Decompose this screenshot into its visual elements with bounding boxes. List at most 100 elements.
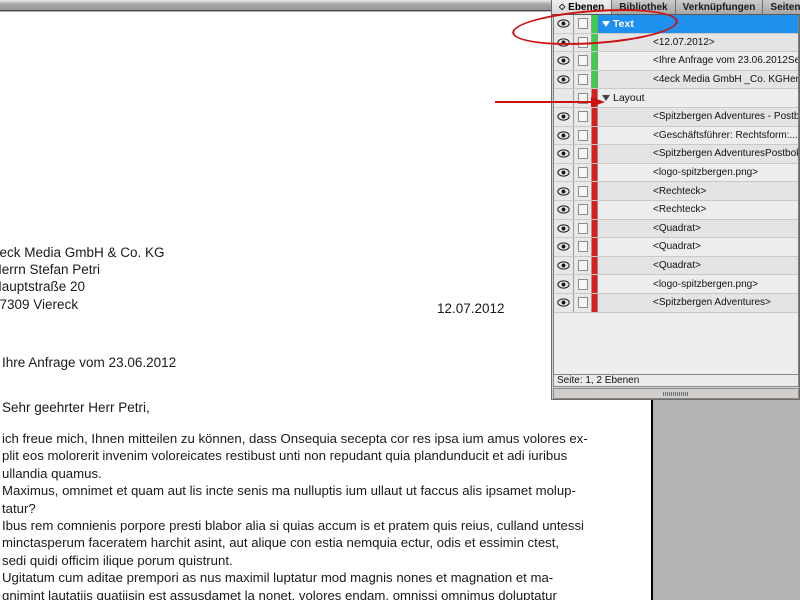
layer-row[interactable]: <Geschäftsführer: Rechtsform:...> <box>554 127 798 146</box>
layer-lock-toggle[interactable] <box>574 220 592 238</box>
layer-name-cell[interactable]: <Ihre Anfrage vom 23.06.2012Se...> <box>598 52 798 70</box>
layers-panel[interactable]: ◇EbenenBibliothekVerknüpfungenSeiten Tex… <box>551 0 800 400</box>
layer-name-cell[interactable]: <Quadrat> <box>598 238 798 256</box>
eye-icon <box>557 261 570 270</box>
layer-row[interactable]: <Spitzbergen AdventuresPostboks ...> <box>554 145 798 164</box>
layer-name-cell[interactable]: <logo-spitzbergen.png> <box>598 275 798 293</box>
layer-name-label: <Quadrat> <box>653 260 701 271</box>
layer-visibility-toggle[interactable] <box>554 257 574 275</box>
layer-row[interactable]: <Quadrat> <box>554 257 798 276</box>
lock-checkbox-icon <box>578 186 588 197</box>
layer-visibility-toggle[interactable] <box>554 34 574 52</box>
layer-row[interactable]: <logo-spitzbergen.png> <box>554 164 798 183</box>
layer-row[interactable]: <Spitzbergen Adventures> <box>554 294 798 313</box>
layer-lock-toggle[interactable] <box>574 164 592 182</box>
layer-lock-toggle[interactable] <box>574 34 592 52</box>
layer-lock-toggle[interactable] <box>574 257 592 275</box>
layer-name-cell[interactable]: <Quadrat> <box>598 257 798 275</box>
layer-lock-toggle[interactable] <box>574 201 592 219</box>
lock-checkbox-icon <box>578 93 588 104</box>
layer-row[interactable]: <12.07.2012> <box>554 34 798 53</box>
layer-row[interactable]: <Rechteck> <box>554 201 798 220</box>
panel-status-text: Seite: 1, 2 Ebenen <box>557 375 639 386</box>
layer-visibility-toggle[interactable] <box>554 201 574 219</box>
tab-ebenen[interactable]: ◇Ebenen <box>552 0 612 14</box>
tab-label: Ebenen <box>568 2 604 13</box>
layer-name-cell[interactable]: <Quadrat> <box>598 220 798 238</box>
layer-name-label: <Spitzbergen Adventures> <box>653 297 771 308</box>
layer-row[interactable]: <Quadrat> <box>554 238 798 257</box>
lock-checkbox-icon <box>578 223 588 234</box>
layer-name-cell[interactable]: Layout <box>598 89 798 107</box>
layer-name-cell[interactable]: <Spitzbergen Adventures> <box>598 294 798 312</box>
layer-name-cell[interactable]: <Geschäftsführer: Rechtsform:...> <box>598 127 798 145</box>
tab-seiten[interactable]: Seiten <box>763 0 800 14</box>
chevron-down-icon[interactable] <box>602 21 610 27</box>
layer-visibility-toggle[interactable] <box>554 220 574 238</box>
layer-visibility-toggle[interactable] <box>554 182 574 200</box>
layer-lock-toggle[interactable] <box>574 145 592 163</box>
layer-row[interactable]: <Quadrat> <box>554 220 798 239</box>
tab-bibliothek[interactable]: Bibliothek <box>612 0 675 14</box>
lock-checkbox-icon <box>578 74 588 85</box>
layer-row[interactable]: <Rechteck> <box>554 182 798 201</box>
layer-visibility-toggle[interactable] <box>554 52 574 70</box>
layer-visibility-toggle[interactable] <box>554 127 574 145</box>
layer-visibility-toggle[interactable] <box>554 71 574 89</box>
layer-visibility-toggle[interactable] <box>554 108 574 126</box>
layer-name-cell[interactable]: <4eck Media GmbH _Co. KGHerr...> <box>598 71 798 89</box>
layer-lock-toggle[interactable] <box>574 238 592 256</box>
layer-lock-toggle[interactable] <box>574 15 592 33</box>
layer-name-cell[interactable]: <Rechteck> <box>598 201 798 219</box>
layer-visibility-toggle[interactable] <box>554 89 574 107</box>
layer-lock-toggle[interactable] <box>574 108 592 126</box>
layer-lock-toggle[interactable] <box>574 182 592 200</box>
panel-resize-grip[interactable] <box>553 388 799 399</box>
lock-checkbox-icon <box>578 279 588 290</box>
tab-verkn-pfungen[interactable]: Verknüpfungen <box>676 0 764 14</box>
layer-lock-toggle[interactable] <box>574 127 592 145</box>
layer-name-label: <logo-spitzbergen.png> <box>653 167 758 178</box>
layer-row[interactable]: <4eck Media GmbH _Co. KGHerr...> <box>554 71 798 90</box>
layer-row[interactable]: Text <box>554 15 798 34</box>
layer-name-cell[interactable]: <12.07.2012> <box>598 34 798 52</box>
layer-name-cell[interactable]: Text <box>598 15 798 33</box>
layer-lock-toggle[interactable] <box>574 89 592 107</box>
eye-icon <box>557 205 570 214</box>
tab-label: Seiten <box>770 2 800 13</box>
layer-row[interactable]: Layout <box>554 89 798 108</box>
layer-lock-toggle[interactable] <box>574 294 592 312</box>
layer-name-label: <Rechteck> <box>653 204 706 215</box>
layer-visibility-toggle[interactable] <box>554 15 574 33</box>
layer-name-label: <Quadrat> <box>653 241 701 252</box>
layer-row[interactable]: <logo-spitzbergen.png> <box>554 275 798 294</box>
chevron-down-icon[interactable] <box>602 95 610 101</box>
document-subject-line: Ihre Anfrage vom 23.06.2012 <box>2 355 176 370</box>
layer-visibility-toggle[interactable] <box>554 275 574 293</box>
layer-visibility-toggle[interactable] <box>554 238 574 256</box>
layer-row[interactable]: <Ihre Anfrage vom 23.06.2012Se...> <box>554 52 798 71</box>
layer-visibility-toggle[interactable] <box>554 164 574 182</box>
panel-tab-bar[interactable]: ◇EbenenBibliothekVerknüpfungenSeiten <box>552 0 799 15</box>
lock-checkbox-icon <box>578 111 588 122</box>
layer-name-cell[interactable]: <Spitzbergen Adventures - Postb...> <box>598 108 798 126</box>
layer-name-cell[interactable]: <Rechteck> <box>598 182 798 200</box>
layer-visibility-toggle[interactable] <box>554 145 574 163</box>
diamond-icon: ◇ <box>559 3 565 11</box>
layer-visibility-toggle[interactable] <box>554 294 574 312</box>
eye-icon <box>557 131 570 140</box>
layer-lock-toggle[interactable] <box>574 275 592 293</box>
eye-icon <box>557 168 570 177</box>
document-date: 12.07.2012 <box>437 301 505 316</box>
eye-icon <box>557 187 570 196</box>
lock-checkbox-icon <box>578 37 588 48</box>
eye-icon <box>557 280 570 289</box>
eye-icon <box>557 149 570 158</box>
layer-lock-toggle[interactable] <box>574 52 592 70</box>
layer-row[interactable]: <Spitzbergen Adventures - Postb...> <box>554 108 798 127</box>
layer-list[interactable]: Text<12.07.2012><Ihre Anfrage vom 23.06.… <box>553 15 799 378</box>
layer-name-cell[interactable]: <logo-spitzbergen.png> <box>598 164 798 182</box>
lock-checkbox-icon <box>578 55 588 66</box>
layer-lock-toggle[interactable] <box>574 71 592 89</box>
layer-name-cell[interactable]: <Spitzbergen AdventuresPostboks ...> <box>598 145 798 163</box>
